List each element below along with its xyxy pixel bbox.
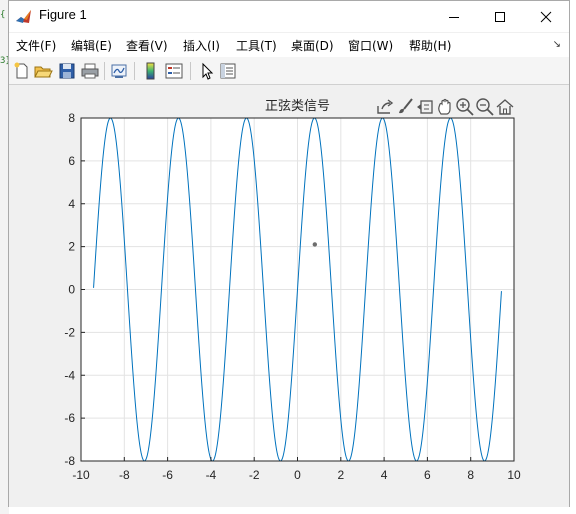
y-tick-label: 4	[68, 197, 75, 211]
export-icon[interactable]	[375, 97, 395, 117]
toolbar-separator	[134, 62, 135, 80]
x-tick-label: 6	[424, 468, 431, 482]
menu-help[interactable]: 帮助(H)	[409, 37, 451, 54]
x-tick-label: 8	[467, 468, 474, 482]
zoom-out-icon[interactable]	[475, 97, 495, 117]
minimize-icon	[449, 16, 459, 18]
x-tick-label: -4	[206, 468, 217, 482]
y-tick-label: 2	[68, 240, 75, 254]
figure-canvas: -10 -8 -6 -4 -2 0 2 4 6 8 10 -8 -6 -4 -2 0 2 4 6 8 正弦类信号	[9, 86, 569, 507]
x-tick-label: -6	[162, 468, 173, 482]
matlab-logo-icon	[15, 8, 32, 25]
y-tick-label: 8	[68, 111, 75, 125]
menu-insert[interactable]: 插入(I)	[183, 37, 220, 54]
pan-icon[interactable]	[435, 97, 455, 117]
y-tick-label: -6	[64, 411, 75, 425]
y-tick-label: 6	[68, 154, 75, 168]
toolbar-separator	[104, 62, 105, 80]
data-marker-point	[312, 242, 318, 247]
close-button[interactable]	[523, 1, 569, 32]
menu-bar: 文件(F) 编辑(E) 查看(V) 插入(I) 工具(T) 桌面(D) 窗口(W…	[9, 33, 569, 57]
home-icon[interactable]	[495, 97, 515, 117]
edge-fragment: {	[0, 10, 6, 20]
x-tick-label: 2	[337, 468, 344, 482]
x-tick-label: 10	[507, 468, 521, 482]
menu-window[interactable]: 窗口(W)	[348, 37, 393, 54]
plot-canvas[interactable]: -10 -8 -6 -4 -2 0 2 4 6 8 10-8-6-4-202468正弦类信号	[9, 86, 569, 507]
chart-title: 正弦类信号	[265, 98, 330, 114]
close-icon	[540, 11, 552, 22]
menu-desktop[interactable]: 桌面(D)	[291, 37, 334, 54]
menu-tools[interactable]: 工具(T)	[236, 37, 277, 54]
open-file-icon[interactable]	[33, 61, 53, 81]
menu-overflow-icon[interactable]: ↘	[553, 39, 561, 50]
x-tick-label: 0	[294, 468, 301, 482]
y-tick-label: 0	[68, 283, 75, 297]
data-tips-icon[interactable]	[415, 97, 435, 117]
window-title: Figure 1	[39, 7, 87, 22]
figure-window: Figure 1 文件(F) 编辑(E) 查看(V) 插入(I) 工具(T) 桌…	[8, 0, 570, 507]
menu-view[interactable]: 查看(V)	[126, 37, 168, 54]
figure-toolbar	[9, 57, 569, 85]
menu-edit[interactable]: 编辑(E)	[71, 37, 112, 54]
y-tick-label: -4	[64, 368, 75, 382]
menu-file[interactable]: 文件(F)	[16, 37, 56, 54]
toolbar-separator	[190, 62, 191, 80]
title-bar: Figure 1	[9, 1, 569, 32]
colorbar-icon[interactable]	[141, 61, 161, 81]
minimize-button[interactable]	[431, 1, 477, 32]
x-tick-label: 4	[381, 468, 388, 482]
brush-icon[interactable]	[395, 97, 415, 117]
x-tick-label: -2	[249, 468, 260, 482]
x-tick-label: -10	[72, 468, 90, 482]
legend-icon[interactable]	[164, 61, 184, 81]
property-inspector-icon[interactable]	[218, 61, 238, 81]
new-figure-icon[interactable]	[12, 61, 32, 81]
y-tick-label: -2	[64, 325, 75, 339]
y-tick-label: -8	[64, 454, 75, 468]
maximize-button[interactable]	[477, 1, 523, 32]
edit-plot-icon[interactable]	[197, 61, 217, 81]
print-icon[interactable]	[80, 61, 100, 81]
x-tick-label: -8	[119, 468, 130, 482]
zoom-in-icon[interactable]	[455, 97, 475, 117]
save-icon[interactable]	[57, 61, 77, 81]
maximize-icon	[495, 11, 505, 22]
link-plot-icon[interactable]	[109, 61, 129, 81]
